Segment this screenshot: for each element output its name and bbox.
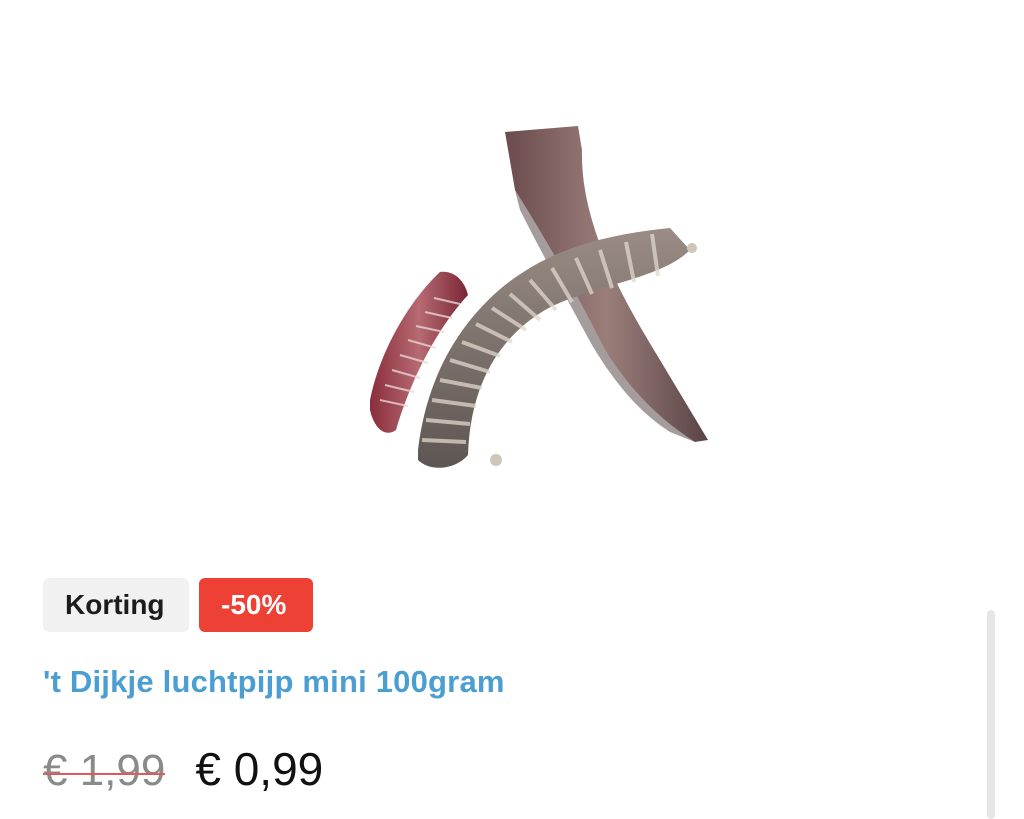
discount-badge: Korting <box>43 578 189 632</box>
percent-off-badge: -50% <box>199 578 313 632</box>
price-row: € 1,99 € 0,99 <box>43 742 323 796</box>
badge-group: Korting -50% <box>43 578 313 632</box>
sale-price: € 0,99 <box>195 743 324 795</box>
product-title-link[interactable]: 't Dijkje luchtpijp mini 100gram <box>43 664 505 700</box>
product-card: Korting -50% 't Dijkje luchtpijp mini 10… <box>0 0 1024 819</box>
product-image[interactable] <box>330 110 730 550</box>
original-price: € 1,99 <box>43 746 166 795</box>
scrollbar[interactable] <box>987 610 995 819</box>
